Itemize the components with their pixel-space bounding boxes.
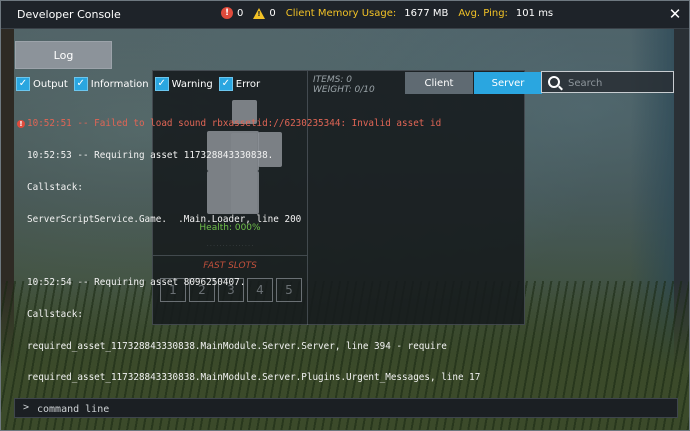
log-error-entry: ! 10:52:51 -- Failed to load sound rbxass…: [17, 119, 677, 130]
client-server-tabs: Client Server: [405, 72, 542, 94]
log-line: 10:52:54 -- Requiring asset 8096250407.: [27, 277, 246, 289]
search-input[interactable]: [566, 74, 670, 92]
close-icon[interactable]: ✕: [668, 7, 682, 22]
warning-icon[interactable]: !: [253, 7, 266, 19]
log-line: 10:52:53 -- Requiring asset 117328843330…: [27, 149, 274, 161]
memory-value: 1677 MB: [404, 7, 449, 19]
tab-client[interactable]: Client: [405, 72, 473, 94]
memory-label: Client Memory Usage:: [285, 7, 397, 19]
tab-server[interactable]: Server: [474, 72, 542, 94]
ping-label: Avg. Ping:: [458, 7, 508, 19]
checkbox-checked-icon[interactable]: ✓: [154, 77, 169, 91]
log-line: required_asset_117328843330838.MainModul…: [27, 372, 481, 384]
checkbox-checked-icon[interactable]: ✓: [16, 77, 30, 91]
log-line: required_asset_117328843330838.MainModul…: [27, 340, 447, 352]
developer-console: Developer Console ! 0 ! 0 Client Memory …: [0, 0, 690, 431]
log-output: ! 10:52:51 -- Failed to load sound rbxass…: [17, 98, 677, 405]
filter-warning[interactable]: ✓ Warning: [154, 77, 213, 91]
filter-error[interactable]: ✓ Error: [218, 77, 261, 91]
log-line: Callstack:: [27, 181, 83, 193]
filter-label: Information: [90, 78, 149, 90]
command-line[interactable]: >: [14, 398, 678, 418]
command-input[interactable]: [35, 401, 669, 417]
error-icon: !: [17, 120, 25, 129]
log-line: ServerScriptService.Game. .Main.Loader, …: [27, 213, 302, 225]
log-error-text: 10:52:51 -- Failed to load sound rbxasse…: [27, 118, 442, 130]
filter-label: Output: [33, 78, 68, 90]
filter-information[interactable]: ✓ Information: [73, 77, 149, 91]
search-box[interactable]: [541, 71, 674, 93]
error-icon[interactable]: !: [221, 7, 233, 19]
checkbox-checked-icon[interactable]: ✓: [218, 77, 233, 91]
filter-output[interactable]: ✓ Output: [16, 77, 68, 91]
filter-label: Error: [235, 78, 261, 90]
log-filters: ✓ Output ✓ Information ✓ Warning ✓ Error: [16, 77, 262, 91]
log-button[interactable]: Log: [15, 41, 112, 69]
window-title: Developer Console: [17, 8, 121, 21]
log-spacer: [17, 246, 677, 257]
filter-label: Warning: [171, 78, 213, 90]
title-bar: Developer Console ! 0 ! 0 Client Memory …: [1, 1, 689, 29]
search-icon: [548, 76, 560, 88]
ping-value: 101 ms: [515, 7, 554, 19]
warning-count: 0: [269, 7, 276, 19]
status-bar: ! 0 ! 0 Client Memory Usage: 1677 MB Avg…: [221, 7, 563, 19]
command-prompt: >: [23, 402, 30, 413]
checkbox-checked-icon[interactable]: ✓: [73, 77, 88, 91]
log-line: Callstack:: [27, 308, 83, 320]
error-count: 0: [237, 7, 244, 19]
